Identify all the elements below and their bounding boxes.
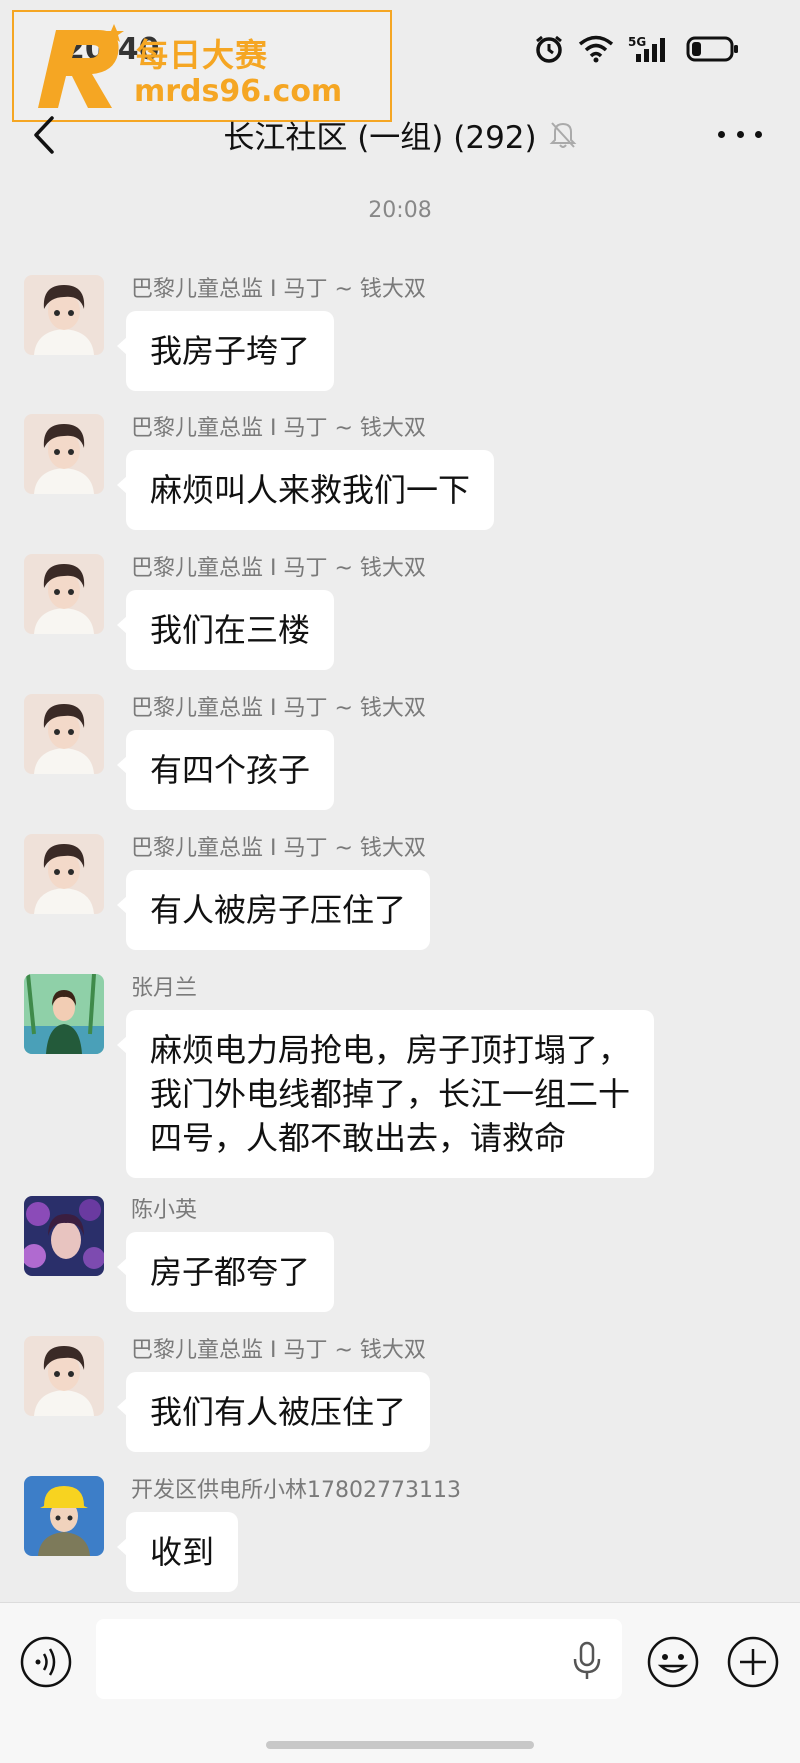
sender-name: 张月兰 [131,976,198,1001]
dot-icon [736,130,744,138]
avatar[interactable] [24,694,104,774]
avatar[interactable] [24,1336,104,1416]
message-bubble[interactable]: 麻烦叫人来救我们一下 [116,450,495,530]
avatar-boy-icon [24,275,104,355]
message-bubble[interactable]: 有人被房子压住了 [116,870,431,950]
avatar[interactable] [24,974,104,1054]
avatar-woman-green-icon [24,974,104,1054]
message-list[interactable]: 20:08 巴黎儿童总监 I 马丁 ~ 钱大双 我房子垮了 巴黎儿童总监 I 马… [0,170,800,1602]
message-bubble[interactable]: 麻烦电力局抢电，房子顶打塌了， 我门外电线都掉了，长江一组二十 四号，人都不敢出… [116,1010,655,1178]
emoji-button[interactable] [646,1635,700,1689]
avatar[interactable] [24,554,104,634]
home-indicator[interactable] [266,1741,534,1749]
sender-name: 巴黎儿童总监 I 马丁 ~ 钱大双 [131,696,426,721]
avatar-boy-icon [24,414,104,494]
time-divider: 20:08 [368,198,432,223]
mute-bell-icon [549,121,577,148]
avatar-boy-icon [24,694,104,774]
message-bubble[interactable]: 房子都夸了 [116,1232,335,1312]
plus-circle-icon [727,1636,779,1688]
message-bubble[interactable]: 有四个孩子 [116,730,335,810]
sender-name: 开发区供电所小林17802773113 [131,1478,461,1503]
input-bar [0,1602,800,1763]
message-bubble[interactable]: 我们在三楼 [116,590,335,670]
dot-icon [755,130,762,138]
microphone-icon[interactable] [572,1641,602,1681]
battery-icon [686,36,738,62]
sender-name: 巴黎儿童总监 I 马丁 ~ 钱大双 [131,556,426,581]
signal-5g-icon: 5G [628,35,665,62]
emoji-icon [647,1636,699,1688]
sender-name: 巴黎儿童总监 I 马丁 ~ 钱大双 [131,836,426,861]
brand-logo-icon [38,24,124,108]
avatar[interactable] [24,414,104,494]
message-input[interactable] [96,1619,622,1699]
status-icons: 5G [534,34,740,64]
svg-text:5G: 5G [628,35,646,49]
avatar[interactable] [24,1196,104,1276]
chat-header: 长江社区 (一组) (292) [0,100,800,170]
dot-icon [718,130,725,138]
sender-name: 巴黎儿童总监 I 马丁 ~ 钱大双 [131,277,426,302]
avatar-woman-flowers-icon [24,1196,104,1276]
sender-name: 巴黎儿童总监 I 马丁 ~ 钱大双 [131,1338,426,1363]
voice-icon [20,1636,72,1688]
voice-toggle-button[interactable] [20,1636,72,1688]
avatar-worker-icon [24,1476,104,1556]
wifi-icon [578,35,614,63]
avatar[interactable] [24,1476,104,1556]
add-attachment-button[interactable] [726,1635,780,1689]
message-bubble[interactable]: 我们有人被压住了 [116,1372,431,1452]
avatar[interactable] [24,275,104,355]
avatar-boy-icon [24,1336,104,1416]
sender-name: 巴黎儿童总监 I 马丁 ~ 钱大双 [131,416,426,441]
watermark-title: 每日大赛 [136,36,269,74]
avatar-boy-icon [24,834,104,914]
message-bubble[interactable]: 收到 [116,1512,239,1592]
message-bubble[interactable]: 我房子垮了 [116,311,335,391]
alarm-icon [536,35,562,63]
sender-name: 陈小英 [131,1198,198,1223]
avatar[interactable] [24,834,104,914]
chat-title: 长江社区 (一组) (292) [223,120,537,156]
more-options-button[interactable] [718,116,762,152]
avatar-boy-icon [24,554,104,634]
